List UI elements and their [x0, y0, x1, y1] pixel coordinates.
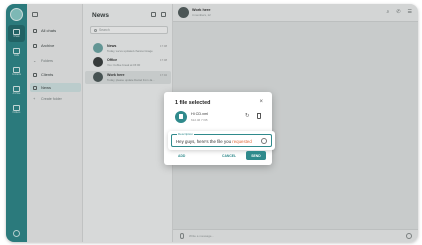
description-card: Description Hey guys, here's the file yo… — [168, 131, 275, 150]
cancel-button[interactable]: CANCEL — [222, 154, 236, 158]
trash-icon[interactable] — [257, 113, 261, 119]
selected-file: Hi CD.xml 612.46 7 KB ↻ — [174, 110, 264, 126]
description-label: Description — [177, 132, 195, 137]
screen: Chats Calls Contacts Archive Folders All… — [0, 0, 422, 245]
dialog-title: 1 file selected — [175, 100, 211, 106]
description-field[interactable]: Description Hey guys, here's the file yo… — [171, 132, 272, 147]
add-button[interactable]: ADD — [178, 154, 185, 158]
file-icon — [175, 111, 187, 123]
emoji-icon[interactable] — [261, 138, 267, 144]
file-size: 612.46 7 KB — [191, 118, 208, 122]
close-icon[interactable]: × — [259, 99, 263, 105]
description-text[interactable]: Hey guys, here's the file you requested — [176, 139, 252, 144]
description-text-plain: Hey guys, here's the file you — [176, 139, 233, 144]
send-button[interactable]: SEND — [246, 151, 266, 160]
replace-icon[interactable]: ↻ — [245, 113, 250, 119]
dialog-actions: ADD CANCEL SEND — [164, 150, 272, 165]
description-text-highlight: requested — [232, 139, 252, 144]
file-name: Hi CD.xml — [191, 112, 209, 116]
